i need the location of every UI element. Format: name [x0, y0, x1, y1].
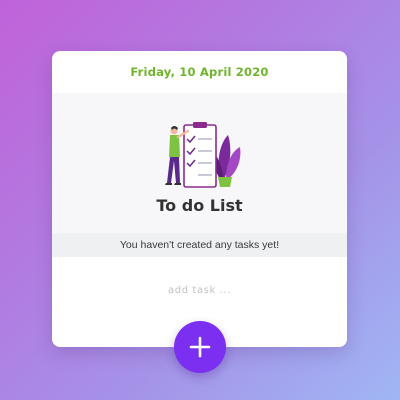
checklist-illustration-icon — [165, 122, 241, 188]
plus-icon — [189, 336, 211, 358]
current-date: Friday, 10 April 2020 — [130, 65, 269, 79]
todo-card: Friday, 10 April 2020 To do List You hav… — [52, 51, 347, 347]
page-title: To do List — [156, 196, 243, 215]
empty-state-message: You haven't created any tasks yet! — [52, 233, 347, 257]
add-task-input[interactable] — [92, 279, 307, 301]
add-task-button[interactable] — [174, 321, 226, 373]
